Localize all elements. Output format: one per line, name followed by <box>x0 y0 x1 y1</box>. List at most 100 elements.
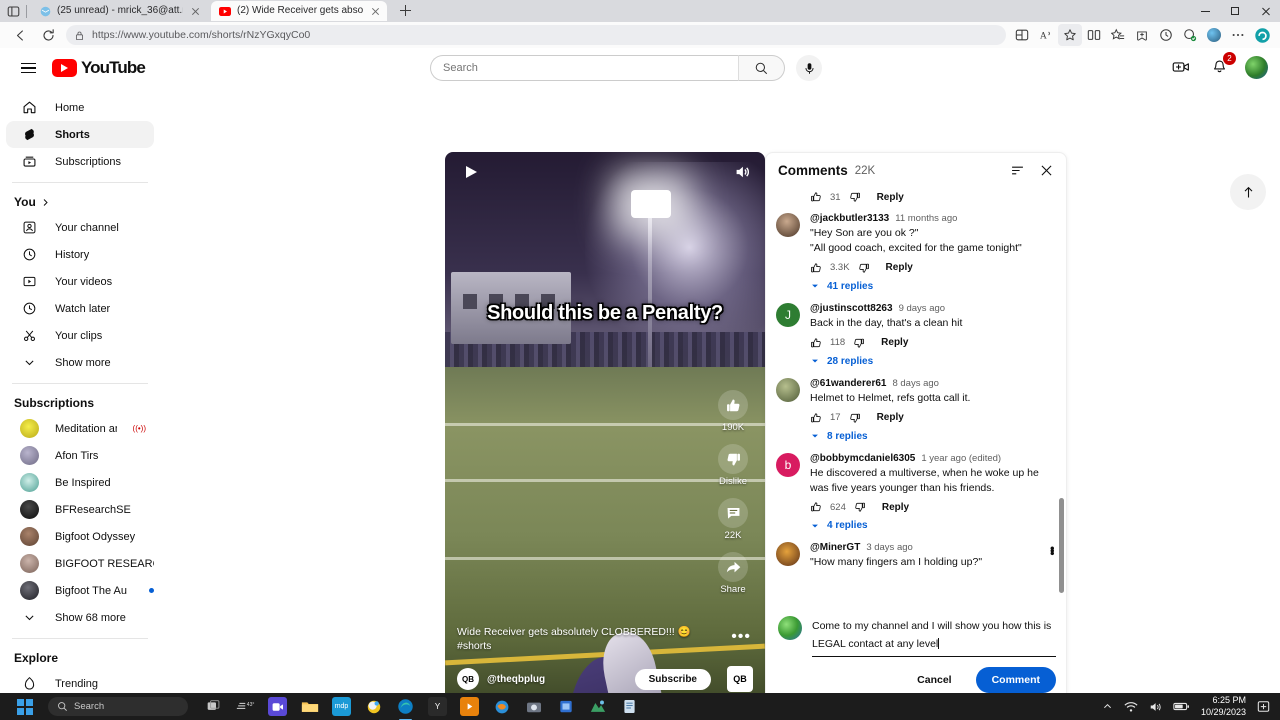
settings-more-icon[interactable] <box>1226 24 1250 46</box>
comment-input-field[interactable]: Come to my channel and I will show you h… <box>812 616 1056 657</box>
sidebar-item-your-videos[interactable]: Your videos <box>6 268 154 295</box>
avatar[interactable]: J <box>776 302 800 327</box>
avatar[interactable] <box>776 377 800 402</box>
previous-short-button[interactable] <box>1230 174 1266 210</box>
comment-submit-button[interactable]: Comment <box>975 667 1056 693</box>
thumbs-down-icon[interactable] <box>853 337 865 349</box>
favorites-list-icon[interactable] <box>1106 24 1130 46</box>
channel-thumbnail[interactable]: QB <box>727 666 753 692</box>
zoom-icon[interactable] <box>268 697 287 716</box>
back-arrow-icon[interactable] <box>6 24 34 46</box>
nature-app-icon[interactable] <box>588 697 607 716</box>
comment-more-menu-icon[interactable]: ••• <box>1045 546 1060 554</box>
thumbs-up-icon[interactable] <box>810 412 822 424</box>
profile-avatar-icon[interactable] <box>1202 24 1226 46</box>
wifi-icon[interactable] <box>1124 701 1138 713</box>
comment-author[interactable]: @bobbymcdaniel6305 <box>810 453 915 464</box>
channel-name[interactable]: @theqbplug <box>487 674 545 685</box>
notepad-icon[interactable] <box>620 697 639 716</box>
start-button[interactable] <box>12 698 38 715</box>
sidebar-item-home[interactable]: Home <box>6 94 154 121</box>
copilot-icon[interactable] <box>1250 24 1274 46</box>
paint-icon[interactable] <box>364 697 383 716</box>
notifications-icon[interactable] <box>1257 700 1270 713</box>
browser-tab-mail[interactable]: (25 unread) - mrick_36@att.net <box>31 1 207 21</box>
vlc-icon[interactable] <box>460 697 479 716</box>
clock[interactable]: 6:25 PM 10/29/2023 <box>1201 695 1246 718</box>
youtube-logo[interactable]: YouTube <box>52 58 146 78</box>
reply-button[interactable]: Reply <box>877 192 904 203</box>
shorts-video-player[interactable]: Should this be a Penalty? 190K Dislike 2… <box>445 152 765 693</box>
yahoo-icon[interactable]: Y <box>428 697 447 716</box>
thumbs-up-icon[interactable] <box>810 191 822 203</box>
window-close-button[interactable] <box>1250 0 1280 22</box>
sidebar-sub-bigfoot-the-aust[interactable]: Bigfoot The Aust... <box>6 577 154 604</box>
sidebar-item-your-channel[interactable]: Your channel <box>6 214 154 241</box>
avatar[interactable]: b <box>776 452 800 477</box>
reload-icon[interactable] <box>34 24 62 46</box>
store-icon[interactable] <box>556 697 575 716</box>
create-video-icon[interactable] <box>1169 55 1193 79</box>
maximize-button[interactable] <box>1220 0 1250 22</box>
search-button[interactable] <box>738 55 785 81</box>
sidebar-sub-bigfoot-research[interactable]: BIGFOOT RESEARCH <box>6 550 154 577</box>
channel-avatar[interactable]: QB <box>457 668 479 690</box>
new-tab-button[interactable] <box>395 1 417 21</box>
comment-author[interactable]: @61wanderer61 <box>810 378 886 389</box>
thumbs-down-icon[interactable] <box>854 501 866 513</box>
battery-icon[interactable] <box>1173 701 1190 712</box>
camera-icon[interactable] <box>524 697 543 716</box>
browser-essentials-icon[interactable] <box>1178 24 1202 46</box>
notifications-bell-icon[interactable]: 2 <box>1207 52 1236 79</box>
sidebar-sub-bigfoot-odyssey[interactable]: Bigfoot Odyssey <box>6 523 154 550</box>
mdp-icon[interactable]: mdp <box>332 697 351 716</box>
reply-button[interactable]: Reply <box>877 412 904 423</box>
address-bar[interactable]: https://www.youtube.com/shorts/rNzYGxqyC… <box>66 25 1006 45</box>
sidebar-sub-be-inspired[interactable]: Be Inspired <box>6 469 154 496</box>
dislike-button[interactable]: Dislike <box>709 444 757 487</box>
volume-on-icon[interactable] <box>733 163 751 181</box>
show-hidden-icons-icon[interactable] <box>1102 701 1113 712</box>
subscribe-button[interactable]: Subscribe <box>634 668 711 690</box>
comment-author[interactable]: @jackbutler3133 <box>810 213 889 224</box>
play-icon[interactable] <box>463 164 479 180</box>
avatar[interactable] <box>776 542 800 567</box>
comments-button[interactable]: 22K <box>709 498 757 541</box>
thumbs-down-icon[interactable] <box>849 412 861 424</box>
share-button[interactable]: Share <box>709 552 757 595</box>
thumbs-up-icon[interactable] <box>810 501 822 513</box>
sidebar-item-shorts[interactable]: Shorts <box>6 121 154 148</box>
account-avatar[interactable] <box>1245 55 1268 79</box>
replies-toggle[interactable]: 28 replies <box>810 356 1058 367</box>
sidebar-item-trending[interactable]: Trending <box>6 670 154 693</box>
close-icon[interactable] <box>1039 163 1054 178</box>
sidebar-item-your-clips[interactable]: Your clips <box>6 322 154 349</box>
edge-icon[interactable] <box>396 697 415 720</box>
reply-button[interactable]: Reply <box>886 262 913 273</box>
replies-toggle[interactable]: 41 replies <box>810 281 1058 292</box>
sidebar-sub-meditation[interactable]: Meditation and ... ((•)) <box>6 415 154 442</box>
thumbs-down-icon[interactable] <box>849 191 861 203</box>
voice-search-button[interactable] <box>796 55 822 81</box>
close-icon[interactable] <box>369 5 382 18</box>
split-screen-icon[interactable] <box>1082 24 1106 46</box>
close-icon[interactable] <box>189 5 202 18</box>
search-input[interactable] <box>430 55 738 81</box>
more-menu-icon[interactable]: ••• <box>731 628 751 646</box>
sidebar-sub-afon-tirs[interactable]: Afon Tirs <box>6 442 154 469</box>
firefox-icon[interactable] <box>492 697 511 716</box>
comments-list[interactable]: 31 Reply @jackbutler3133 11 months ago "… <box>766 189 1066 659</box>
avatar[interactable] <box>776 213 800 237</box>
sidebar-item-show-more[interactable]: Show more <box>6 349 154 376</box>
sidebar-item-history[interactable]: History <box>6 241 154 268</box>
minimize-button[interactable] <box>1190 0 1220 22</box>
like-button[interactable]: 190K <box>709 390 757 433</box>
sidebar-item-subscriptions[interactable]: Subscriptions <box>6 148 154 175</box>
volume-icon[interactable] <box>1149 701 1162 713</box>
tab-actions-icon[interactable] <box>4 3 22 19</box>
replies-toggle[interactable]: 4 replies <box>810 520 1058 531</box>
file-explorer-icon[interactable] <box>300 697 319 716</box>
comment-author[interactable]: @justinscott8263 <box>810 303 893 314</box>
browser-tab-youtube[interactable]: (2) Wide Receiver gets absolutely <box>211 1 387 21</box>
task-view-icon[interactable] <box>204 697 223 716</box>
